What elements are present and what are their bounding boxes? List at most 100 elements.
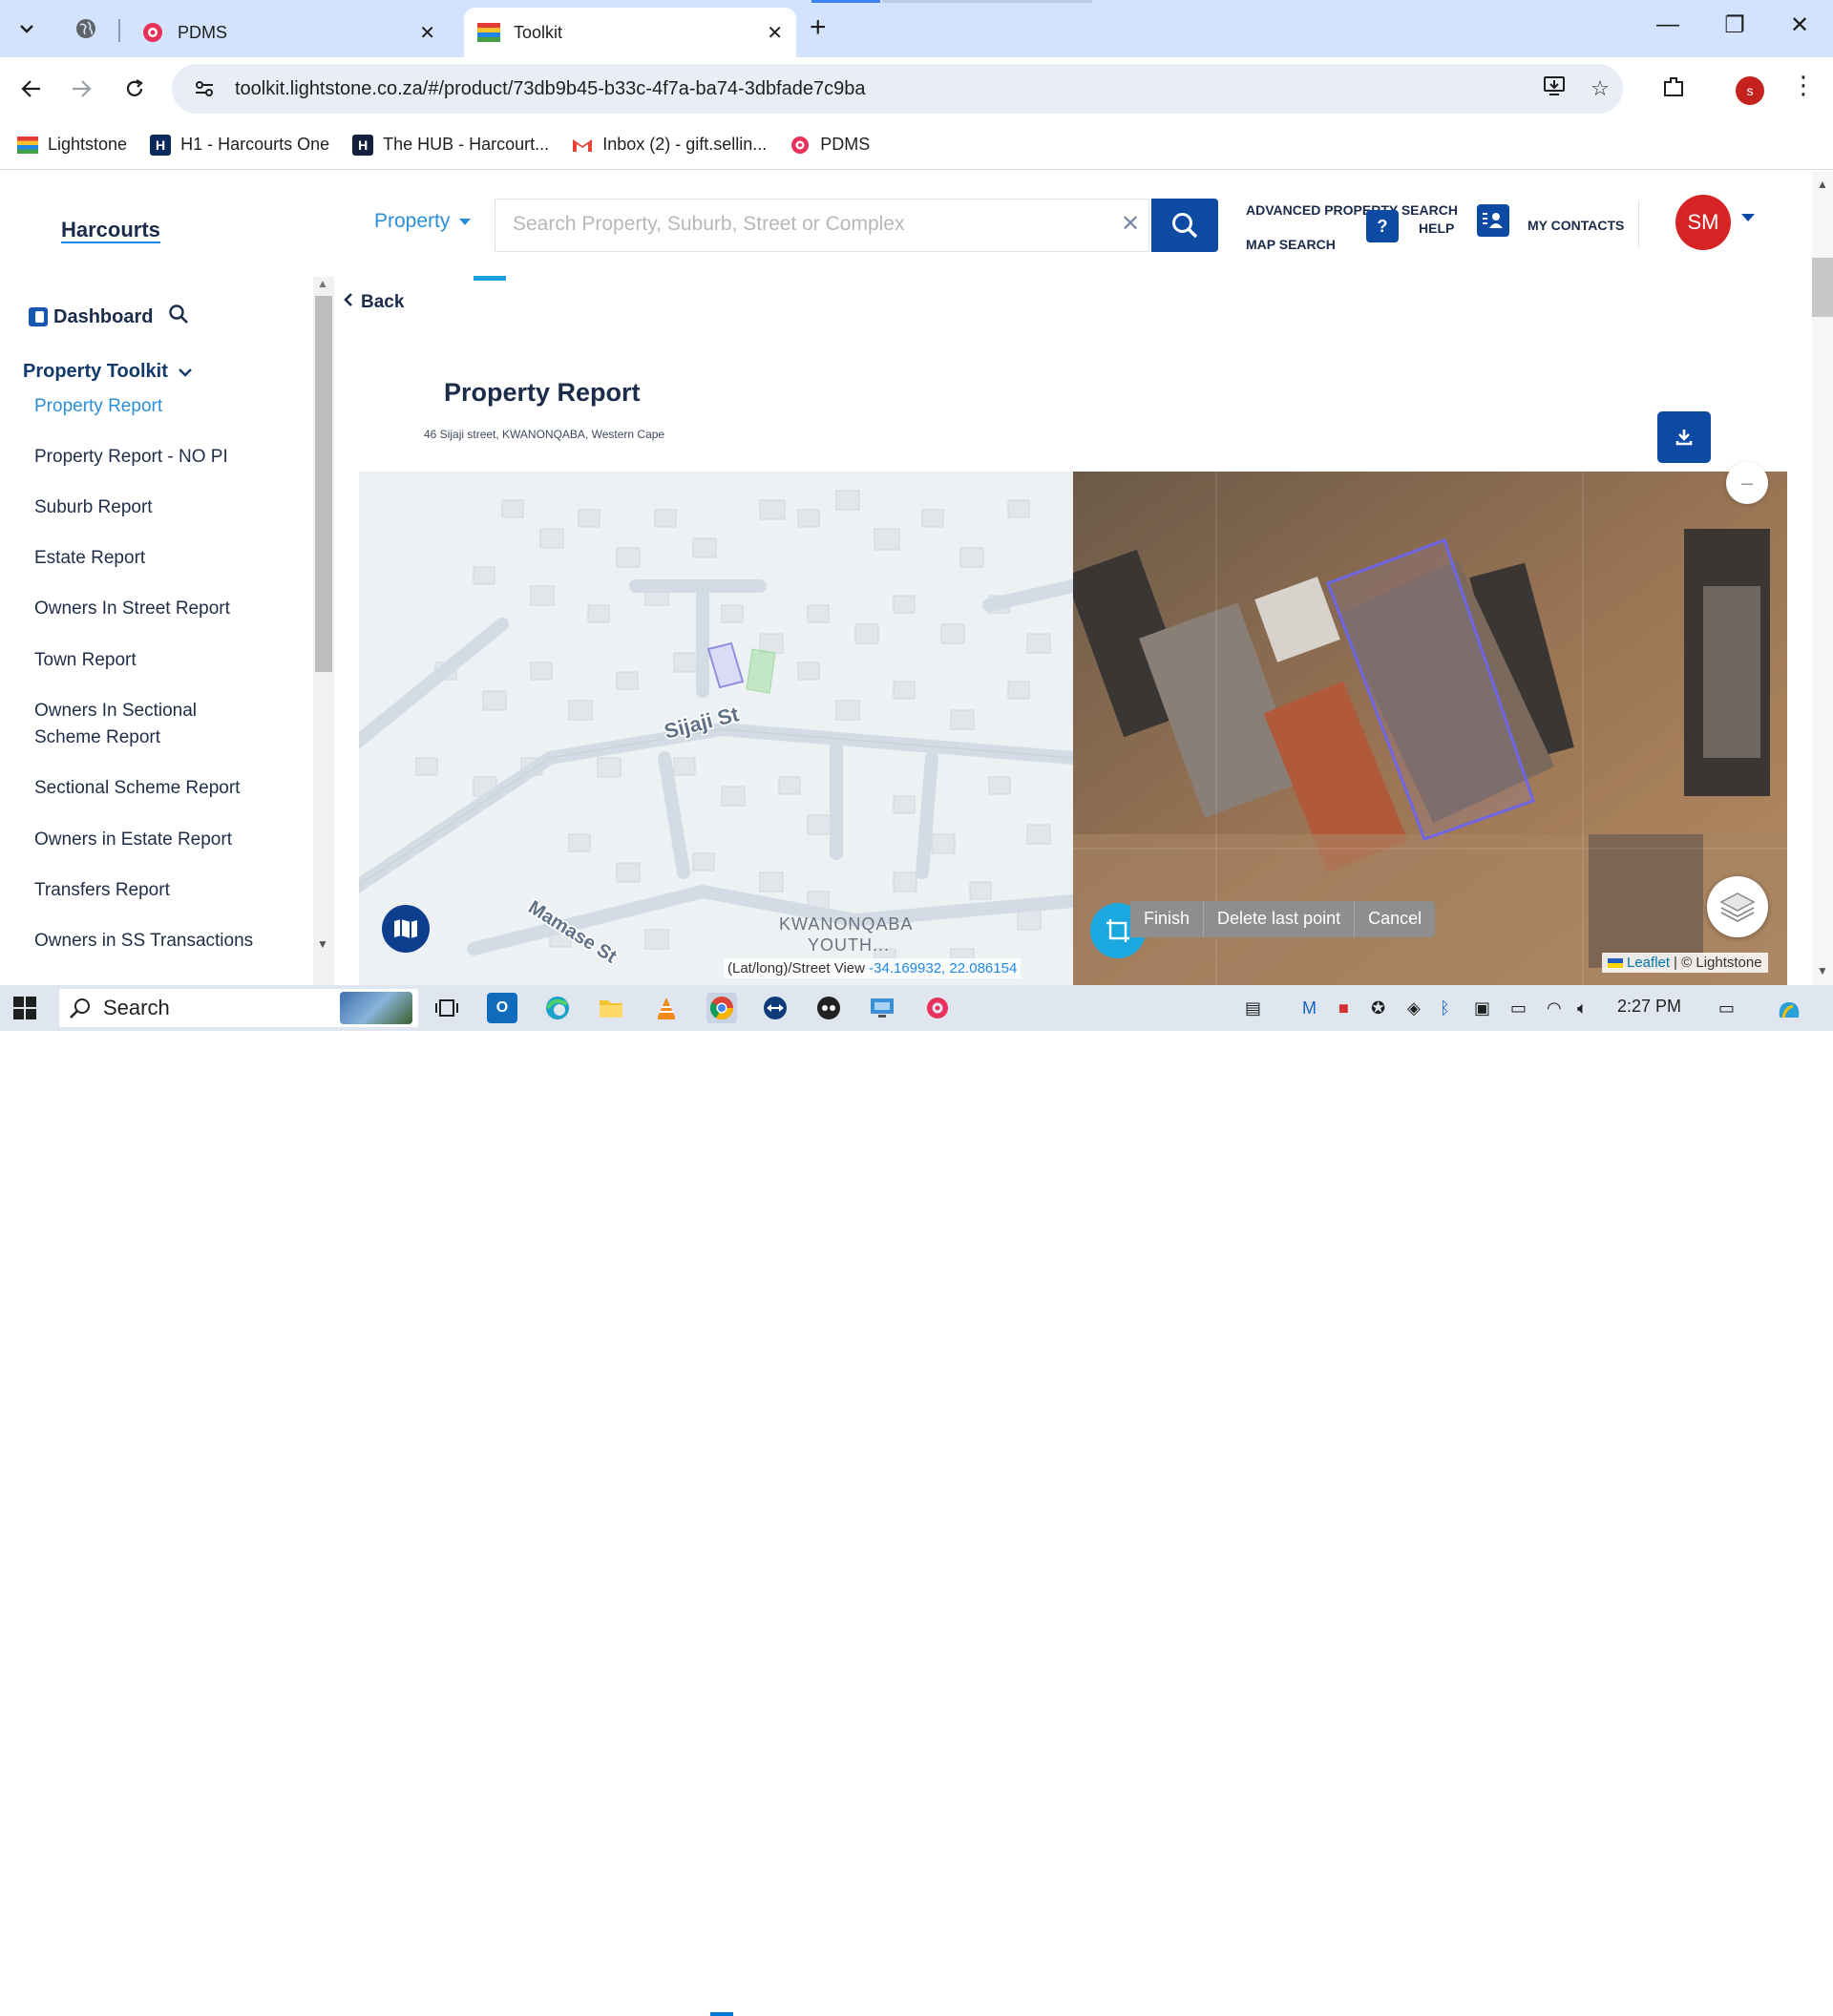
battery-icon[interactable]: ▭ xyxy=(1510,998,1527,1018)
property-type-dropdown[interactable]: Property xyxy=(374,210,472,233)
contacts-icon[interactable] xyxy=(1477,204,1509,237)
download-button[interactable] xyxy=(1657,411,1711,463)
chevron-down-icon xyxy=(20,25,33,33)
scroll-up-arrow-icon[interactable]: ▲ xyxy=(1817,178,1828,191)
teamviewer-icon[interactable] xyxy=(760,993,790,1023)
tab-search-menu-button[interactable] xyxy=(10,11,44,46)
back-link[interactable]: Back xyxy=(344,292,404,313)
windows-start-icon[interactable] xyxy=(13,997,36,1019)
network-app-icon[interactable]: ✪ xyxy=(1371,998,1385,1018)
map-view-toggle-button[interactable] xyxy=(382,905,430,953)
file-explorer-icon[interactable] xyxy=(596,993,626,1023)
tab-pdms[interactable]: PDMS ✕ xyxy=(128,8,449,57)
search-button[interactable] xyxy=(1151,199,1218,252)
bookmark-lightstone[interactable]: Lightstone xyxy=(17,135,127,156)
loading-indicator xyxy=(474,276,506,281)
harcourts-logo[interactable]: Harcourts xyxy=(61,218,160,243)
copilot-icon[interactable] xyxy=(1776,998,1802,1026)
close-icon[interactable]: ✕ xyxy=(767,21,783,45)
taskbar-search[interactable]: Search xyxy=(59,989,418,1027)
minimize-icon[interactable]: — xyxy=(1646,11,1690,38)
bookmark-gmail[interactable]: Inbox (2) - gift.sellin... xyxy=(572,135,767,156)
sidebar-item-town-report[interactable]: Town Report xyxy=(34,647,137,674)
page-scrollbar-thumb[interactable] xyxy=(1812,258,1833,317)
caret-down-icon[interactable] xyxy=(1741,214,1755,221)
install-app-icon[interactable] xyxy=(1531,75,1577,102)
forward-arrow-icon[interactable] xyxy=(63,71,99,107)
display-icon[interactable]: ▣ xyxy=(1474,998,1490,1018)
sidebar-item-transfers-report[interactable]: Transfers Report xyxy=(34,877,170,904)
app-circle-icon[interactable] xyxy=(813,993,844,1023)
sidebar-item-owners-in-ss-transactions[interactable]: Owners in SS Transactions xyxy=(34,928,321,955)
wifi-icon[interactable]: ◠ xyxy=(1547,998,1562,1018)
map-attribution: Leaflet | © Lightstone xyxy=(1602,953,1768,973)
delete-last-point-button[interactable]: Delete last point xyxy=(1203,901,1354,937)
help-icon[interactable]: ? xyxy=(1366,210,1399,242)
sidebar-section-property-toolkit[interactable]: Property Toolkit xyxy=(23,361,193,383)
bookmark-label: Inbox (2) - gift.sellin... xyxy=(602,135,768,154)
zoom-out-button[interactable]: – xyxy=(1726,462,1768,504)
new-tab-icon[interactable]: + xyxy=(810,13,827,42)
task-view-icon[interactable] xyxy=(432,993,462,1023)
volume-icon[interactable]: 🔈︎ xyxy=(1577,998,1588,1018)
sidebar-item-estate-report[interactable]: Estate Report xyxy=(34,545,145,572)
extensions-icon[interactable] xyxy=(1661,74,1686,106)
chrome-icon[interactable] xyxy=(706,993,737,1023)
scroll-up-arrow-icon[interactable]: ▲ xyxy=(317,277,328,290)
defender-shield-icon[interactable]: ◈ xyxy=(1407,998,1421,1018)
vlc-icon[interactable] xyxy=(651,993,682,1023)
bookmark-harcourts-one[interactable]: H H1 - Harcourts One xyxy=(150,134,329,156)
layers-button[interactable] xyxy=(1707,876,1768,937)
scroll-down-arrow-icon[interactable]: ▼ xyxy=(1817,964,1828,977)
my-contacts-link[interactable]: MY CONTACTS xyxy=(1528,218,1624,233)
map-search-link[interactable]: MAP SEARCH xyxy=(1246,237,1336,252)
sidebar-scrollbar-thumb[interactable] xyxy=(315,296,332,672)
browser-menu-icon[interactable]: ⋮ xyxy=(1791,71,1816,100)
back-arrow-icon[interactable] xyxy=(13,71,50,107)
outlook-icon[interactable]: O xyxy=(487,993,517,1023)
window-close-icon[interactable]: ✕ xyxy=(1778,11,1822,39)
sidebar-item-owners-in-sectional-scheme-report[interactable]: Owners In Sectional Scheme Report xyxy=(34,698,235,751)
coordinates-link[interactable]: -34.169932, 22.086154 xyxy=(869,960,1017,976)
site-settings-icon[interactable] xyxy=(187,72,221,106)
bookmark-star-icon[interactable]: ☆ xyxy=(1577,76,1623,101)
cancel-button[interactable]: Cancel xyxy=(1354,901,1435,937)
globe-icon[interactable] xyxy=(74,17,97,40)
leaflet-link[interactable]: Leaflet xyxy=(1627,955,1670,971)
sidebar-item-suburb-report[interactable]: Suburb Report xyxy=(34,494,153,521)
bluetooth-icon[interactable]: ᛒ xyxy=(1440,998,1450,1018)
sidebar-item-property-report[interactable]: Property Report xyxy=(34,393,162,420)
finish-button[interactable]: Finish xyxy=(1130,901,1203,937)
profile-avatar[interactable]: s xyxy=(1736,76,1764,105)
sidebar-dashboard[interactable]: Dashboard xyxy=(29,304,189,330)
property-address: 46 Sijaji street, KWANONQABA, Western Ca… xyxy=(424,428,665,441)
close-icon[interactable]: ✕ xyxy=(419,21,435,45)
restore-icon[interactable]: ❐ xyxy=(1713,11,1757,39)
address-bar[interactable]: toolkit.lightstone.co.za/#/product/73db9… xyxy=(172,64,1623,114)
property-search-input[interactable] xyxy=(513,213,1085,236)
malwarebytes-icon[interactable]: M xyxy=(1302,998,1317,1018)
edge-icon[interactable] xyxy=(542,993,573,1023)
clear-search-icon[interactable]: ✕ xyxy=(1121,210,1140,238)
pdms-icon[interactable] xyxy=(922,993,953,1023)
bookmark-the-hub[interactable]: H The HUB - Harcourt... xyxy=(352,134,549,156)
ukraine-flag-icon xyxy=(1608,957,1623,968)
street-map[interactable]: Sijaji St Mamase St KWANONQABA YOUTH... xyxy=(359,472,1073,985)
remote-desktop-icon[interactable] xyxy=(867,993,897,1023)
user-avatar[interactable]: SM xyxy=(1675,195,1731,250)
reload-icon[interactable] xyxy=(116,71,153,107)
news-widget-icon[interactable]: ▤ xyxy=(1245,998,1261,1018)
advanced-property-search-link[interactable]: ADVANCED PROPERTY SEARCH xyxy=(1246,202,1458,218)
sidebar-item-owners-in-street-report[interactable]: Owners In Street Report xyxy=(34,596,230,622)
notifications-icon[interactable]: ▭ xyxy=(1718,998,1735,1018)
sidebar-item-property-report-no-pi[interactable]: Property Report - NO PI xyxy=(34,444,228,471)
sidebar-item-owners-in-estate-report[interactable]: Owners in Estate Report xyxy=(34,827,232,853)
tab-toolkit[interactable]: Toolkit ✕ xyxy=(464,8,796,57)
taskbar-clock[interactable]: 2:27 PM xyxy=(1617,997,1681,1017)
antivirus-icon[interactable]: ■ xyxy=(1338,998,1349,1018)
search-icon[interactable] xyxy=(168,304,189,330)
bookmark-pdms[interactable]: PDMS xyxy=(790,135,870,156)
help-link[interactable]: HELP xyxy=(1419,220,1454,236)
sidebar-item-sectional-scheme-report[interactable]: Sectional Scheme Report xyxy=(34,775,240,802)
scroll-down-arrow-icon[interactable]: ▼ xyxy=(317,937,328,951)
